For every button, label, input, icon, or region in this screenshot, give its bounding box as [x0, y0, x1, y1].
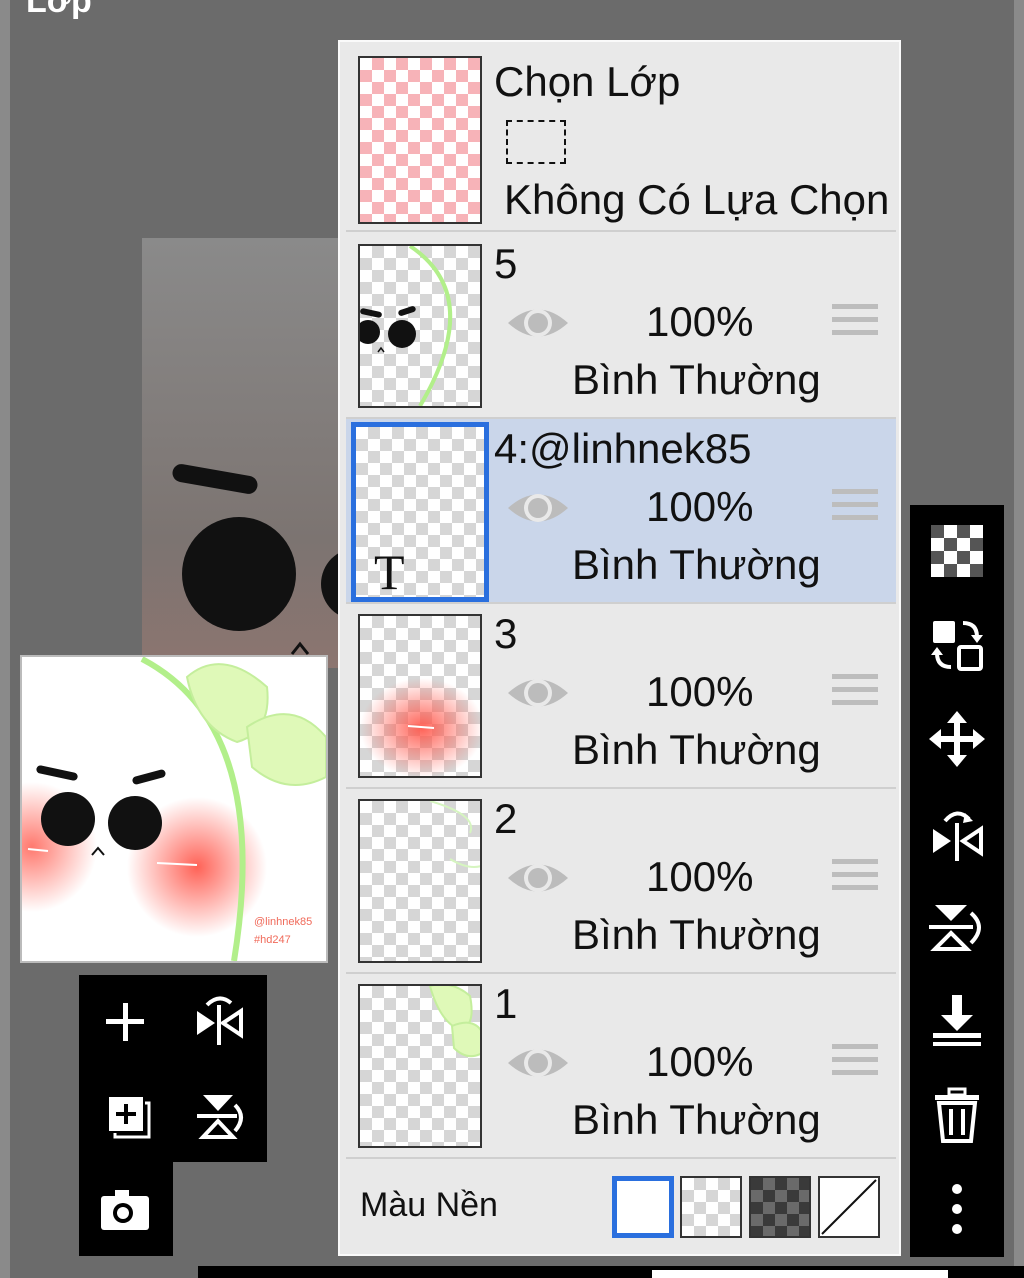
camera-button[interactable]	[97, 1182, 153, 1238]
move-layer-button[interactable]	[929, 711, 985, 767]
plus-icon	[106, 1003, 144, 1041]
layer-row[interactable]: 2 100% Bình Thường	[346, 789, 896, 974]
swap-icon	[931, 621, 983, 671]
layer-opacity[interactable]: 100%	[646, 668, 753, 716]
selection-status: Không Có Lựa Chọn	[504, 176, 890, 223]
eye-icon	[508, 864, 568, 892]
eye-icon	[508, 679, 568, 707]
flip-horizontal-icon	[197, 996, 243, 1045]
move-icon	[929, 711, 985, 767]
visibility-toggle[interactable]	[506, 857, 570, 899]
layer-opacity[interactable]: 100%	[646, 1038, 753, 1086]
eye-icon	[508, 494, 568, 522]
visibility-toggle[interactable]	[506, 672, 570, 714]
drag-handle-icon[interactable]	[832, 304, 878, 344]
camera-icon	[101, 1190, 149, 1230]
layer-thumbnail[interactable]	[358, 614, 482, 778]
layer-name: 4:@linhnek85	[494, 425, 752, 472]
canvas-toolbar-lower	[79, 1160, 173, 1256]
delete-layer-button[interactable]	[929, 1087, 985, 1143]
background-color-row: Màu Nền	[346, 1160, 896, 1252]
drag-handle-icon[interactable]	[832, 674, 878, 714]
layer-opacity[interactable]: 100%	[646, 483, 753, 531]
layer-toolbar	[910, 505, 1004, 1257]
layer-name: 5	[494, 240, 518, 287]
preview-watermark-tag: #hd247	[254, 934, 291, 946]
more-vertical-icon	[952, 1184, 962, 1234]
drag-handle-icon[interactable]	[832, 1044, 878, 1084]
eye-icon	[508, 1049, 568, 1077]
blend-mode[interactable]: Bình Thường	[572, 726, 821, 774]
blend-mode[interactable]: Bình Thường	[572, 541, 821, 589]
layer-thumbnail[interactable]	[358, 984, 482, 1148]
flip-horizontal-icon	[933, 811, 983, 861]
canvas-preview[interactable]: @linhnek85 #hd247	[20, 655, 328, 963]
swap-layer-button[interactable]	[929, 617, 985, 673]
background-option-none[interactable]	[818, 1176, 880, 1238]
layer-name: 3	[494, 610, 518, 657]
background-option-white[interactable]	[612, 1176, 674, 1238]
layer-opacity[interactable]: 100%	[646, 298, 753, 346]
flip-horizontal-button[interactable]	[191, 993, 247, 1049]
preview-watermark-handle: @linhnek85	[254, 916, 312, 928]
layer-name: 1	[494, 980, 518, 1027]
more-options-button[interactable]	[929, 1181, 985, 1237]
transparency-lock-button[interactable]	[929, 523, 985, 579]
duplicate-icon	[109, 1097, 151, 1139]
left-edge	[0, 0, 10, 1278]
bottom-bar-highlight	[652, 1270, 948, 1278]
selection-layer-title: Chọn Lớp	[494, 58, 681, 105]
flip-vertical-button[interactable]	[191, 1087, 247, 1143]
blend-mode[interactable]: Bình Thường	[572, 1096, 821, 1144]
layer-row[interactable]: 1 100% Bình Thường	[346, 974, 896, 1159]
layer-name: 2	[494, 795, 518, 842]
checkerboard-icon	[931, 525, 983, 577]
add-layer-button[interactable]	[97, 993, 153, 1049]
layer-row[interactable]: 3 100% Bình Thường	[346, 604, 896, 789]
visibility-toggle[interactable]	[506, 487, 570, 529]
drag-handle-icon[interactable]	[832, 489, 878, 529]
page-title: Lớp	[26, 0, 92, 20]
merge-down-icon	[933, 995, 981, 1046]
selection-marquee-icon	[506, 120, 566, 164]
right-edge	[1014, 0, 1024, 1278]
layer-thumbnail[interactable]: T	[351, 422, 489, 602]
merge-down-button[interactable]	[929, 993, 985, 1049]
layer-thumbnail[interactable]	[358, 799, 482, 963]
background-option-dark-checker[interactable]	[749, 1176, 811, 1238]
selection-layer-row[interactable]: Chọn Lớp Không Có Lựa Chọn	[346, 48, 896, 232]
duplicate-layer-button[interactable]	[97, 1087, 153, 1143]
drawing-canvas[interactable]	[142, 238, 342, 668]
flip-layer-vertical-button[interactable]	[929, 899, 985, 955]
selection-layer-thumbnail	[358, 56, 482, 224]
flip-vertical-icon	[929, 905, 981, 951]
visibility-toggle[interactable]	[506, 1042, 570, 1084]
background-label: Màu Nền	[360, 1186, 498, 1224]
layer-row[interactable]: T 4:@linhnek85 100% Bình Thường	[346, 419, 896, 604]
flip-vertical-icon	[197, 1095, 243, 1139]
eye-icon	[508, 309, 568, 337]
blend-mode[interactable]: Bình Thường	[572, 356, 821, 404]
drag-handle-icon[interactable]	[832, 859, 878, 899]
layer-opacity[interactable]: 100%	[646, 853, 753, 901]
text-layer-glyph: T	[374, 544, 405, 600]
background-option-transparent[interactable]	[680, 1176, 742, 1238]
layer-panel: Chọn Lớp Không Có Lựa Chọn 5 100% Bình Thư…	[338, 40, 901, 1256]
layer-thumbnail[interactable]	[358, 244, 482, 408]
visibility-toggle[interactable]	[506, 302, 570, 344]
layer-row[interactable]: 5 100% Bình Thường	[346, 234, 896, 419]
flip-layer-horizontal-button[interactable]	[929, 805, 985, 861]
blend-mode[interactable]: Bình Thường	[572, 911, 821, 959]
canvas-toolbar	[79, 975, 267, 1162]
trash-icon	[935, 1087, 979, 1143]
